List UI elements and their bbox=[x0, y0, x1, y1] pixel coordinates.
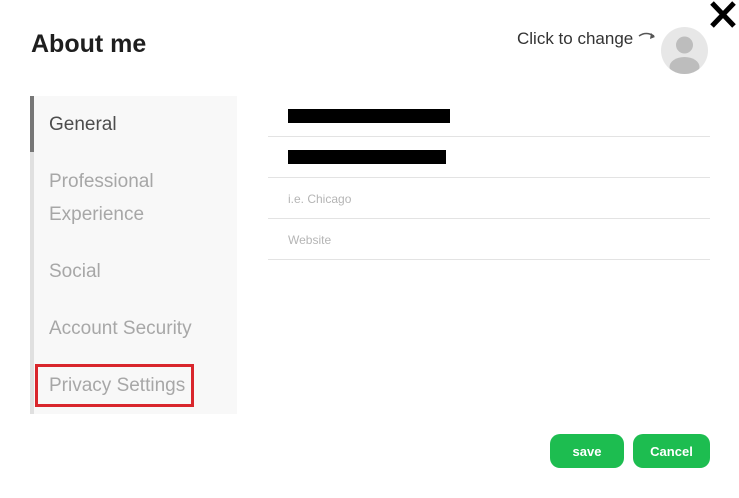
user-icon bbox=[669, 36, 700, 74]
dialog-title: About me bbox=[31, 30, 147, 58]
sidebar-item-account-security[interactable]: Account Security bbox=[49, 312, 192, 345]
sidebar-item-label: Experience bbox=[49, 204, 145, 225]
sidebar-item-social[interactable]: Social bbox=[49, 255, 101, 288]
avatar-hint: Click to change bbox=[517, 29, 634, 48]
curved-arrow-icon bbox=[638, 32, 655, 39]
close-button[interactable] bbox=[706, 0, 739, 30]
website-input[interactable] bbox=[288, 229, 688, 251]
save-button[interactable]: save bbox=[550, 434, 624, 468]
website-field[interactable] bbox=[268, 219, 710, 260]
first-name-field[interactable] bbox=[268, 96, 710, 137]
last-name-field[interactable] bbox=[268, 137, 710, 178]
redacted-value bbox=[288, 150, 446, 164]
city-input[interactable] bbox=[288, 188, 688, 210]
avatar[interactable] bbox=[661, 27, 708, 74]
redacted-value bbox=[288, 109, 450, 123]
active-indicator bbox=[30, 96, 34, 152]
close-icon bbox=[710, 1, 736, 28]
sidebar-item-general[interactable]: General bbox=[49, 108, 117, 141]
cancel-button[interactable]: Cancel bbox=[633, 434, 710, 468]
sidebar-item-label: Professional bbox=[49, 171, 154, 192]
highlight-box bbox=[35, 364, 194, 407]
city-field[interactable] bbox=[268, 178, 710, 219]
